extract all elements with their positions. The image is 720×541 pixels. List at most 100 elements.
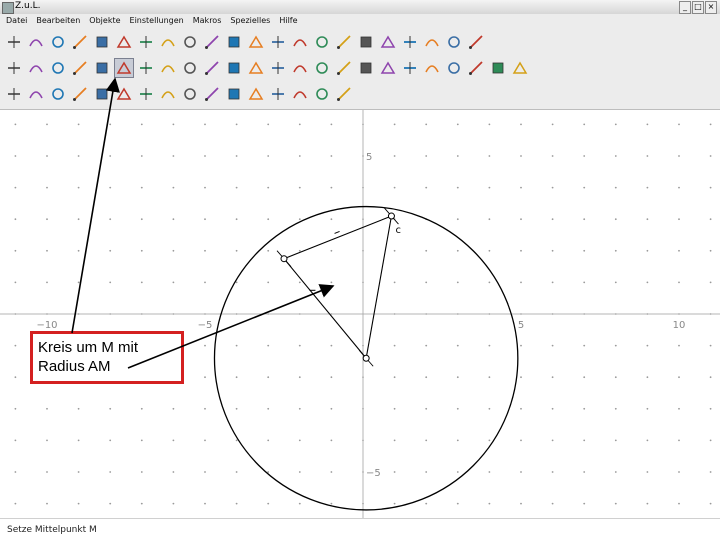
grid-dot bbox=[330, 502, 333, 505]
grid-dot bbox=[614, 439, 617, 442]
grid-dot bbox=[267, 407, 270, 410]
menu-settings[interactable]: Einstellungen bbox=[130, 14, 184, 27]
paste-tool-icon[interactable] bbox=[246, 32, 266, 52]
new-file-tool-icon[interactable] bbox=[4, 32, 24, 52]
wand-tool-icon[interactable] bbox=[488, 58, 508, 78]
close-button[interactable]: × bbox=[705, 1, 717, 14]
reflect-tool-icon[interactable] bbox=[312, 84, 332, 104]
info-tool-icon[interactable] bbox=[466, 32, 486, 52]
menu-file[interactable]: Datei bbox=[6, 14, 27, 27]
circle3-tool-icon[interactable] bbox=[158, 84, 178, 104]
perpendicular-tool-icon[interactable] bbox=[202, 58, 222, 78]
grid-dot bbox=[614, 281, 617, 284]
segment-tool-icon[interactable] bbox=[26, 58, 46, 78]
undo-tool-icon[interactable] bbox=[70, 32, 90, 52]
T-tool-icon[interactable] bbox=[466, 58, 486, 78]
cut-tool-icon[interactable] bbox=[92, 84, 112, 104]
line-tool-icon[interactable] bbox=[48, 58, 68, 78]
grid-dot bbox=[678, 155, 680, 157]
curve-tool-icon[interactable] bbox=[312, 58, 332, 78]
settings-tool-icon[interactable] bbox=[158, 32, 178, 52]
expression-tool-icon[interactable] bbox=[378, 58, 398, 78]
menu-macros[interactable]: Makros bbox=[193, 14, 222, 27]
function-tool-icon[interactable] bbox=[268, 32, 288, 52]
grid-dot bbox=[330, 471, 333, 473]
edit-tool-icon[interactable] bbox=[136, 32, 156, 52]
quadrilateral-tool-icon[interactable] bbox=[422, 58, 442, 78]
dot-tool-icon[interactable] bbox=[334, 32, 354, 52]
move-tool-icon[interactable] bbox=[4, 84, 24, 104]
ray-tool-icon[interactable] bbox=[70, 58, 90, 78]
image-tool-icon[interactable] bbox=[356, 58, 376, 78]
grid-dot bbox=[14, 249, 17, 252]
maximize-button[interactable]: □ bbox=[692, 1, 704, 14]
grid-dot bbox=[520, 249, 522, 252]
polygon2-tool-icon[interactable] bbox=[290, 84, 310, 104]
cross2-tool-icon[interactable] bbox=[268, 84, 288, 104]
delete-tool-icon[interactable] bbox=[92, 32, 112, 52]
polygon-tool-icon[interactable] bbox=[268, 58, 288, 78]
cross-tool-icon[interactable] bbox=[180, 84, 200, 104]
hide-tool-icon[interactable] bbox=[180, 32, 200, 52]
drawing-canvas[interactable]: −10 −5 5 10 5 −5 c bbox=[0, 110, 720, 518]
menu-help[interactable]: Hilfe bbox=[279, 14, 297, 27]
angle-bisector-tool-icon[interactable] bbox=[70, 84, 90, 104]
color-black-tool-icon[interactable] bbox=[312, 32, 332, 52]
animate-tool-icon[interactable] bbox=[290, 32, 310, 52]
circle-tool-icon[interactable] bbox=[136, 58, 156, 78]
area-tool-icon[interactable] bbox=[334, 58, 354, 78]
tools-tool-icon[interactable] bbox=[422, 32, 442, 52]
palette-tool-icon[interactable] bbox=[444, 32, 464, 52]
status-bar: Setze Mittelpunkt M bbox=[0, 518, 720, 541]
gear-tool-icon[interactable] bbox=[510, 58, 530, 78]
save-tool-icon[interactable] bbox=[48, 32, 68, 52]
grid-dot bbox=[425, 344, 428, 347]
zoom-tool-icon[interactable] bbox=[378, 32, 398, 52]
segment2-tool-icon[interactable] bbox=[246, 84, 266, 104]
grid-dot bbox=[298, 281, 301, 284]
grid-dot bbox=[425, 155, 428, 157]
angle-tool-icon[interactable] bbox=[246, 58, 266, 78]
grid-dot bbox=[46, 186, 48, 189]
grid-dot bbox=[583, 502, 586, 505]
open-folder-tool-icon[interactable] bbox=[26, 32, 46, 52]
copy-tool-icon[interactable] bbox=[224, 32, 244, 52]
fixed-circle-tool-icon[interactable] bbox=[158, 58, 178, 78]
circle-tool-tool-icon[interactable] bbox=[114, 58, 134, 78]
grid-dot bbox=[298, 407, 301, 410]
menu-special[interactable]: Spezielles bbox=[230, 14, 270, 27]
grid-dot bbox=[330, 123, 333, 126]
line-style-tool-icon[interactable] bbox=[356, 32, 376, 52]
midpoint-tool-icon[interactable] bbox=[224, 58, 244, 78]
grid-dot bbox=[551, 344, 554, 347]
intersect-tool-icon[interactable] bbox=[290, 58, 310, 78]
circle2-tool-icon[interactable] bbox=[136, 84, 156, 104]
minimize-button[interactable]: _ bbox=[679, 1, 691, 14]
triangle-tool-icon[interactable] bbox=[444, 58, 464, 78]
grid-tool-icon[interactable] bbox=[202, 32, 222, 52]
scissors-tool-icon[interactable] bbox=[334, 84, 354, 104]
arc-tool-icon[interactable] bbox=[202, 84, 222, 104]
triangle-tool-tool-icon[interactable] bbox=[26, 84, 46, 104]
grid-dot bbox=[172, 407, 175, 410]
polygon-tool-tool-icon[interactable] bbox=[48, 84, 68, 104]
grid-dot bbox=[678, 376, 680, 379]
vector-tool-icon[interactable] bbox=[92, 58, 112, 78]
grid-dot bbox=[488, 281, 491, 284]
grid-dot bbox=[204, 123, 206, 126]
line2-tool-icon[interactable] bbox=[114, 84, 134, 104]
construction-plot[interactable]: −10 −5 5 10 5 −5 c bbox=[0, 110, 720, 518]
parallel-tool-icon[interactable] bbox=[180, 58, 200, 78]
grid-dot bbox=[298, 376, 301, 379]
text-label-tool-icon[interactable] bbox=[400, 58, 420, 78]
axis-tool-icon[interactable] bbox=[400, 32, 420, 52]
grid-dot bbox=[330, 376, 333, 379]
grid-dot bbox=[551, 502, 554, 505]
grid-dot bbox=[140, 407, 143, 410]
point-tool-icon[interactable] bbox=[4, 58, 24, 78]
point-on-tool-icon[interactable] bbox=[224, 84, 244, 104]
menu-edit[interactable]: Bearbeiten bbox=[36, 14, 80, 27]
menu-objects[interactable]: Objekte bbox=[89, 14, 120, 27]
grid-dot bbox=[14, 155, 17, 157]
redo-tool-icon[interactable] bbox=[114, 32, 134, 52]
